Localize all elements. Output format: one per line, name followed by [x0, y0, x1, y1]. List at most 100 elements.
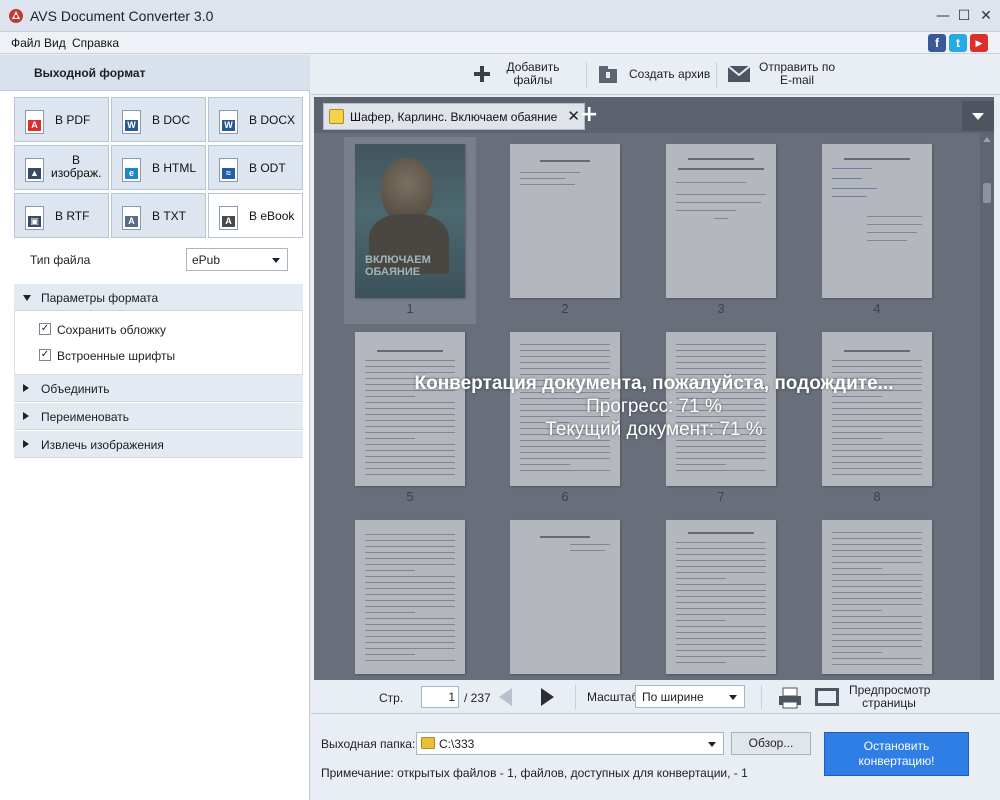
output-folder-path: C:\333: [439, 737, 475, 751]
page-preview-icon[interactable]: [814, 687, 840, 707]
rename-section[interactable]: Переименовать: [14, 403, 303, 430]
stop-conversion-button[interactable]: Остановить конвертацию!: [824, 732, 969, 776]
format-docx-button[interactable]: W В DOCX: [208, 97, 303, 142]
format-txt-button[interactable]: A В TXT: [111, 193, 206, 238]
folder-icon: [421, 737, 435, 749]
chevron-down-icon: [729, 695, 737, 700]
panel-header: Выходной формат: [0, 55, 310, 91]
file-type-label: Тип файла: [30, 253, 91, 267]
format-options: ✓ Сохранить обложку ✓ Встроенные шрифты: [14, 311, 303, 375]
add-files-button[interactable]: Добавить файлы: [471, 55, 581, 95]
zoom-value: По ширине: [642, 690, 704, 704]
conversion-status-headline: Конвертация документа, пожалуйста, подож…: [414, 373, 894, 394]
chevron-down-icon: [272, 258, 280, 263]
browse-button[interactable]: Обзор...: [731, 732, 811, 755]
embedded-fonts-label: Встроенные шрифты: [57, 349, 176, 363]
page-total: / 237: [464, 691, 491, 705]
menu-file[interactable]: Файл: [11, 36, 41, 50]
stop-label-1: Остановить: [863, 739, 930, 753]
zoom-select[interactable]: По ширине: [635, 685, 745, 708]
add-tab-icon[interactable]: +: [580, 102, 598, 127]
email-icon: [727, 65, 751, 82]
nav-separator: [575, 685, 576, 709]
document-preview: Шафер, Карлинс. Включаем обаяние ... ✕ +…: [314, 97, 994, 680]
zoom-label: Масштаб: [587, 690, 639, 704]
send-email-button[interactable]: Отправить по E-mail: [725, 55, 845, 95]
format-label: В DOC: [152, 113, 191, 127]
format-label: В eBook: [249, 209, 295, 223]
youtube-icon[interactable]: ▶: [970, 34, 988, 52]
send-email-label-2: E-mail: [779, 73, 814, 87]
format-label: В изображ.: [51, 153, 102, 180]
rtf-icon: ▣: [25, 206, 44, 230]
stop-label-2: конвертацию!: [858, 754, 935, 768]
print-icon[interactable]: [778, 687, 802, 709]
output-format-panel: Выходной формат A В PDF W В DOC W В DOCX…: [0, 55, 310, 800]
collapse-arrow-icon: [23, 295, 31, 301]
format-odt-button[interactable]: ≈ В ODT: [208, 145, 303, 190]
document-tab-icon: [329, 109, 344, 124]
toolbar-separator: [586, 62, 587, 88]
menu-view[interactable]: Вид: [44, 36, 66, 50]
next-page-icon[interactable]: [541, 688, 554, 706]
output-folder-label: Выходная папка:: [321, 737, 416, 751]
page-number-input[interactable]: 1: [421, 686, 459, 708]
close-tab-icon[interactable]: ✕: [567, 107, 580, 125]
page-navigation-bar: Стр. 1 / 237 Масштаб По ширине Предпросм…: [311, 681, 1000, 714]
output-folder-select[interactable]: C:\333: [416, 732, 724, 755]
maximize-button[interactable]: ☐: [953, 6, 975, 26]
save-cover-label: Сохранить обложку: [57, 323, 167, 337]
close-button[interactable]: ✕: [975, 6, 997, 26]
archive-icon: [599, 66, 617, 83]
section-label: Параметры формата: [41, 291, 159, 305]
plus-icon: [474, 66, 490, 82]
create-archive-button[interactable]: Создать архив: [595, 55, 710, 95]
docx-icon: W: [219, 110, 238, 134]
page-preview-label-2: страницы: [862, 696, 916, 710]
facebook-icon[interactable]: f: [928, 34, 946, 52]
format-label: В TXT: [152, 209, 187, 223]
minimize-button[interactable]: —: [932, 6, 954, 26]
chevron-down-icon: [708, 742, 716, 747]
format-html-button[interactable]: e В HTML: [111, 145, 206, 190]
menu-help[interactable]: Справка: [72, 36, 119, 50]
odt-icon: ≈: [219, 158, 238, 182]
page-label: Стр.: [379, 691, 404, 705]
scrollbar-thumb[interactable]: [983, 183, 991, 203]
page-preview-button[interactable]: Предпросмотр страницы: [849, 684, 930, 710]
expand-arrow-icon: [23, 440, 29, 448]
format-image-button[interactable]: ▲ В изображ.: [14, 145, 109, 190]
html-icon: e: [122, 158, 141, 182]
conversion-progress: Прогресс: 71 %: [586, 396, 722, 417]
previous-page-icon[interactable]: [499, 688, 512, 706]
add-files-label-2: файлы: [513, 73, 553, 87]
save-cover-checkbox[interactable]: ✓: [39, 323, 51, 335]
document-tab[interactable]: Шафер, Карлинс. Включаем обаяние ... ✕: [323, 103, 585, 130]
format-rtf-button[interactable]: ▣ В RTF: [14, 193, 109, 238]
twitter-icon[interactable]: t: [949, 34, 967, 52]
title-bar: AVS Document Converter 3.0 — ☐ ✕: [0, 0, 1000, 32]
format-pdf-button[interactable]: A В PDF: [14, 97, 109, 142]
main-toolbar: Добавить файлы Создать архив Отправить п…: [311, 55, 1000, 95]
embedded-fonts-checkbox[interactable]: ✓: [39, 349, 51, 361]
output-settings-bar: Выходная папка: C:\333 Обзор... Останови…: [311, 715, 1000, 800]
format-doc-button[interactable]: W В DOC: [111, 97, 206, 142]
format-ebook-button[interactable]: A В eBook: [208, 193, 303, 238]
document-tab-title: Шафер, Карлинс. Включаем обаяние ...: [350, 110, 560, 124]
file-type-select[interactable]: ePub: [186, 248, 288, 271]
extract-images-section[interactable]: Извлечь изображения: [14, 431, 303, 458]
txt-icon: A: [122, 206, 141, 230]
section-label: Объединить: [41, 382, 110, 396]
tab-list-button[interactable]: [962, 101, 994, 131]
expand-arrow-icon: [23, 384, 29, 392]
scroll-up-icon[interactable]: [983, 137, 991, 142]
toolbar-separator: [716, 62, 717, 88]
format-label: В RTF: [55, 209, 90, 223]
merge-section[interactable]: Объединить: [14, 375, 303, 402]
format-params-section[interactable]: Параметры формата: [14, 284, 303, 311]
nav-separator: [761, 685, 762, 709]
doc-icon: W: [122, 110, 141, 134]
menu-bar: Файл Вид Справка f t ▶: [0, 32, 1000, 54]
image-icon: ▲: [25, 158, 44, 182]
format-label: В PDF: [55, 113, 91, 127]
